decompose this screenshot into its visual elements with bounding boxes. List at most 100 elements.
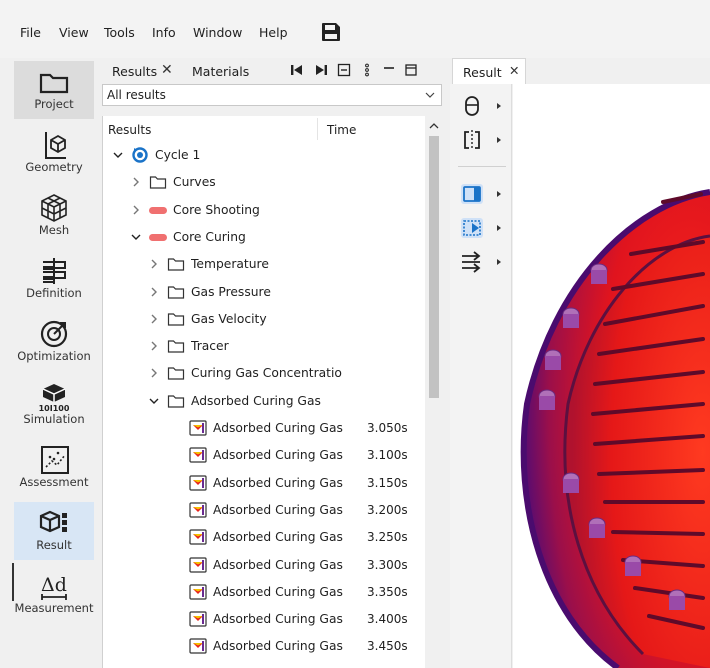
tree-row[interactable]: Adsorbed Curing Gas 3.450s bbox=[103, 633, 425, 660]
tree-row[interactable]: Adsorbed Curing Gas 3.100s bbox=[103, 442, 425, 469]
mouse-icon[interactable] bbox=[460, 94, 484, 118]
chevron-down-icon[interactable] bbox=[149, 396, 159, 406]
skip-first-icon[interactable] bbox=[290, 63, 304, 77]
viewer-tab-row: Result ✕ bbox=[450, 58, 710, 84]
panel-tab-row: Results ✕ Materials bbox=[102, 58, 442, 84]
menu-info[interactable]: Info bbox=[152, 25, 176, 40]
result-file-icon bbox=[189, 638, 207, 654]
core-icon bbox=[149, 206, 167, 214]
tree-row-label: Adsorbed Curing Gas bbox=[213, 475, 343, 490]
chevron-down-icon[interactable] bbox=[113, 150, 123, 160]
tree-row[interactable]: Cycle 1 bbox=[103, 142, 425, 169]
nav-result[interactable]: Result bbox=[14, 502, 94, 560]
minimize-icon[interactable] bbox=[382, 63, 396, 77]
column-results[interactable]: Results bbox=[108, 123, 151, 137]
result-file-icon bbox=[189, 611, 207, 627]
chevron-down-icon[interactable] bbox=[131, 232, 141, 242]
tree-row[interactable]: Tracer bbox=[103, 333, 425, 360]
tree-row[interactable]: Core Shooting bbox=[103, 197, 425, 224]
nav-mesh[interactable]: Mesh bbox=[14, 187, 94, 245]
chevron-up-icon[interactable] bbox=[429, 122, 439, 130]
chevron-right-icon[interactable] bbox=[131, 177, 141, 187]
menu-view[interactable]: View bbox=[59, 25, 89, 40]
nav-optimization[interactable]: Optimization bbox=[14, 313, 94, 371]
tree-row[interactable]: Core Curing bbox=[103, 224, 425, 251]
cycle-icon bbox=[132, 147, 148, 163]
tree-row-label: Curves bbox=[173, 175, 216, 190]
nav-project[interactable]: Project bbox=[14, 61, 94, 119]
scrollbar-thumb[interactable] bbox=[429, 136, 439, 398]
tree-row[interactable]: Adsorbed Curing Gas bbox=[103, 388, 425, 415]
tree-row[interactable]: Curing Gas Concentratio bbox=[103, 360, 425, 387]
nav-geometry[interactable]: Geometry bbox=[14, 124, 94, 182]
tab-results[interactable]: Results bbox=[112, 64, 157, 79]
tree-row[interactable]: Adsorbed Curing Gas 3.200s bbox=[103, 497, 425, 524]
tree-row-label: Adsorbed Curing Gas bbox=[213, 530, 343, 545]
menu-window[interactable]: Window bbox=[193, 25, 242, 40]
chevron-right-icon[interactable] bbox=[131, 205, 141, 215]
3d-viewport[interactable] bbox=[513, 84, 710, 668]
panel-view-icon[interactable] bbox=[460, 182, 484, 206]
collapse-all-icon[interactable] bbox=[337, 63, 351, 77]
tab-result-label: Result bbox=[463, 65, 502, 80]
expand-arrow-icon[interactable] bbox=[496, 136, 502, 144]
result-icon bbox=[39, 510, 67, 533]
tree-row[interactable]: Temperature bbox=[103, 251, 425, 278]
close-icon[interactable]: ✕ bbox=[161, 62, 173, 78]
nav-label: Definition bbox=[26, 286, 82, 300]
menu-file[interactable]: File bbox=[20, 25, 41, 40]
results-tree: Results Time Cycle 1 Curves Core Shooting C… bbox=[102, 116, 443, 668]
skip-last-icon[interactable] bbox=[314, 63, 328, 77]
menu-help[interactable]: Help bbox=[259, 25, 288, 40]
tree-row[interactable]: Adsorbed Curing Gas 3.050s bbox=[103, 415, 425, 442]
tree-row[interactable]: Adsorbed Curing Gas 3.300s bbox=[103, 552, 425, 579]
maximize-icon[interactable] bbox=[404, 63, 418, 77]
streamlines-icon[interactable] bbox=[460, 250, 484, 274]
save-icon[interactable] bbox=[320, 21, 342, 43]
tree-row[interactable]: Gas Velocity bbox=[103, 306, 425, 333]
chevron-right-icon[interactable] bbox=[149, 341, 159, 351]
chevron-right-icon[interactable] bbox=[149, 259, 159, 269]
svg-text:10I100: 10I100 bbox=[39, 404, 70, 412]
more-options-icon[interactable] bbox=[360, 63, 374, 77]
tree-scrollbar[interactable] bbox=[425, 116, 443, 668]
tree-row[interactable]: Adsorbed Curing Gas 3.250s bbox=[103, 524, 425, 551]
nav-simulation[interactable]: 10I100 Simulation bbox=[14, 376, 94, 434]
expand-arrow-icon[interactable] bbox=[496, 102, 502, 110]
results-filter-select[interactable]: All results bbox=[102, 84, 442, 106]
tree-header: Results Time bbox=[103, 116, 425, 142]
nav-label: Simulation bbox=[23, 412, 85, 426]
clip-plane-icon[interactable] bbox=[460, 128, 484, 152]
tree-row[interactable]: Adsorbed Curing Gas 3.350s bbox=[103, 579, 425, 606]
close-icon[interactable]: ✕ bbox=[509, 63, 519, 78]
tree-row-label: Tracer bbox=[191, 339, 229, 354]
tree-row-label: Adsorbed Curing Gas bbox=[213, 639, 343, 654]
column-divider[interactable] bbox=[317, 118, 318, 140]
chevron-right-icon[interactable] bbox=[149, 368, 159, 378]
tab-result[interactable]: Result ✕ bbox=[452, 58, 526, 84]
tab-materials[interactable]: Materials bbox=[192, 64, 249, 79]
folder-icon bbox=[149, 176, 167, 189]
chevron-right-icon[interactable] bbox=[149, 287, 159, 297]
folder-icon bbox=[167, 395, 185, 408]
measurement-icon: Δd bbox=[41, 574, 67, 600]
tree-row[interactable]: Curves bbox=[103, 169, 425, 196]
core-model-render[interactable] bbox=[513, 84, 710, 668]
tree-row[interactable]: Adsorbed Curing Gas 3.400s bbox=[103, 606, 425, 633]
result-file-icon bbox=[189, 529, 207, 545]
expand-arrow-icon[interactable] bbox=[496, 224, 502, 232]
nav-assessment[interactable]: Assessment bbox=[14, 439, 94, 497]
transparency-icon[interactable] bbox=[460, 216, 484, 240]
tree-row-time: 3.200s bbox=[367, 502, 408, 517]
expand-arrow-icon[interactable] bbox=[496, 258, 502, 266]
nav-measurement[interactable]: Δd Measurement bbox=[14, 565, 94, 623]
nav-definition[interactable]: Definition bbox=[14, 250, 94, 308]
tree-row[interactable]: Adsorbed Curing Gas 3.150s bbox=[103, 470, 425, 497]
tree-row-time: 3.050s bbox=[367, 421, 408, 435]
column-time[interactable]: Time bbox=[327, 123, 356, 137]
folder-icon bbox=[167, 313, 185, 326]
expand-arrow-icon[interactable] bbox=[496, 190, 502, 198]
tree-row[interactable]: Gas Pressure bbox=[103, 279, 425, 306]
menu-tools[interactable]: Tools bbox=[104, 25, 135, 40]
chevron-right-icon[interactable] bbox=[149, 314, 159, 324]
